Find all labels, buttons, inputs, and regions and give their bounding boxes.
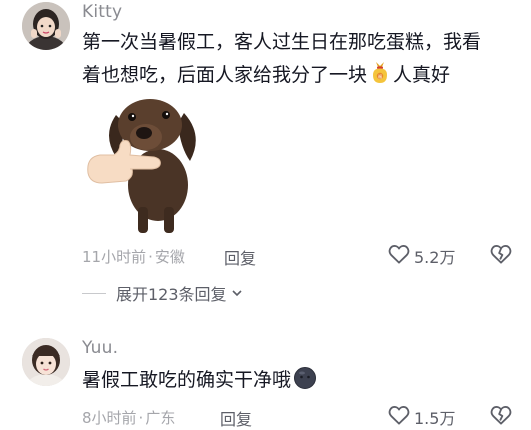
like-button[interactable]: 1.5万 [388, 405, 455, 429]
heart-outline-icon [388, 244, 410, 268]
comment-location: 安徽 [154, 248, 185, 266]
comment-item: Yuu. 暑假工敢吃的确实干净哦 8小时前 · 广东 回复 1.5万 [0, 330, 531, 429]
meta-separator: · [138, 409, 144, 427]
comment-text-line: 着也想吃，后面人家给我分了一块 福 人真好 [82, 59, 481, 96]
expand-replies-button[interactable]: 展开123条回复 [82, 281, 243, 305]
blessing-bag-icon: 福 [369, 59, 391, 96]
comment-text-segment: 人真好 [393, 64, 451, 86]
svg-text:福: 福 [378, 73, 382, 79]
comment-text: 暑假工敢吃的确实干净哦 [82, 364, 319, 401]
dark-face-emoji-icon [293, 366, 317, 401]
comment-text-segment: 着也想吃，后面人家给我分了一块 [82, 64, 368, 86]
avatar-photo-icon [22, 2, 70, 50]
expand-replies-label: 展开123条回复 [116, 285, 227, 304]
heart-outline-icon [388, 405, 410, 429]
dislike-button[interactable] [490, 244, 512, 268]
comment-text: 第一次当暑假工，客人过生日在那吃蛋糕，我看 着也想吃，后面人家给我分了一块 福 … [82, 26, 481, 96]
reply-button[interactable]: 回复 [220, 406, 252, 430]
avatar[interactable] [22, 2, 70, 50]
reply-button[interactable]: 回复 [224, 245, 256, 269]
chevron-down-icon [231, 287, 243, 299]
like-count: 1.5万 [414, 409, 456, 428]
comment-time: 8小时前 [82, 409, 137, 427]
avatar-photo-icon [22, 338, 70, 386]
broken-heart-icon [490, 245, 512, 268]
comment-meta: 8小时前 · 广东 [82, 407, 175, 428]
like-count: 5.2万 [414, 248, 456, 267]
avatar[interactable] [22, 338, 70, 386]
dislike-button[interactable] [490, 405, 512, 429]
comment-location: 广东 [145, 409, 176, 427]
comment-time: 11小时前 [82, 248, 147, 266]
broken-heart-icon [490, 406, 512, 429]
comment-text-segment: 暑假工敢吃的确实干净哦 [82, 369, 292, 391]
comment-text-line: 第一次当暑假工，客人过生日在那吃蛋糕，我看 [82, 31, 482, 53]
like-button[interactable]: 5.2万 [388, 244, 455, 268]
username[interactable]: Kitty [82, 2, 122, 22]
username[interactable]: Yuu. [82, 338, 118, 358]
meta-separator: · [148, 248, 153, 266]
dachshund-pointing-sticker[interactable] [80, 95, 210, 235]
comment-meta: 11小时前 · 安徽 [82, 246, 185, 267]
comment-item: Kitty 第一次当暑假工，客人过生日在那吃蛋糕，我看 着也想吃，后面人家给我分… [0, 0, 531, 304]
divider-line [82, 292, 106, 294]
